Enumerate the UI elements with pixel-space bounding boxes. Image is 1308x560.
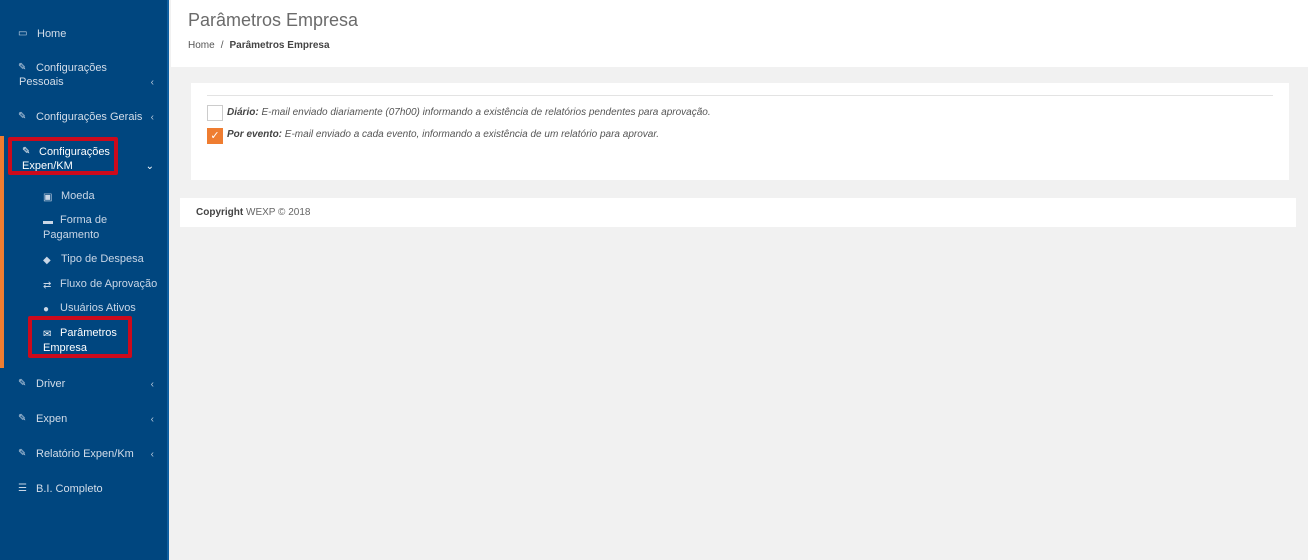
page-header: Parâmetros Empresa Home / Parâmetros Empre… [171, 0, 1308, 67]
sidebar-subitem-fluxo-aprovacao[interactable]: ⇄ Fluxo de Aprovação [0, 277, 169, 292]
footer: Copyright WEXP © 2018 [180, 198, 1296, 227]
sidebar-item-label: Pessoais [19, 76, 64, 88]
chevron-down-icon: ⌄ [145, 161, 154, 172]
sidebar-item-relatorio-expen-km[interactable]: ✎ Relatório Expen/Km ‹ [0, 447, 169, 462]
diario-option: Diário: E-mail enviado diariamente (07h0… [227, 107, 711, 118]
highlight-box [8, 137, 118, 175]
chevron-left-icon: ‹ [150, 449, 154, 460]
highlight-box [28, 316, 132, 358]
sidebar-subitem-moeda[interactable]: ▣ Moeda [0, 189, 169, 204]
retweet-icon: ⇄ [43, 280, 52, 291]
chevron-left-icon: ‹ [150, 112, 154, 123]
por-evento-description: E-mail enviado a cada evento, informando… [284, 129, 660, 140]
por-evento-checkbox[interactable]: ✓ [207, 128, 223, 144]
sidebar-item-label: Usuários Ativos [60, 302, 136, 314]
sidebar-item-label: Moeda [61, 190, 95, 202]
diario-description: E-mail enviado diariamente (07h00) infor… [261, 107, 711, 118]
sidebar-subitem-tipo-despesa[interactable]: ◆ Tipo de Despesa [0, 252, 169, 267]
sidebar-item-label: Configurações [36, 62, 107, 74]
tags-icon: ◆ [43, 255, 51, 266]
sidebar-item-label: Home [37, 28, 67, 40]
breadcrumb: Home / Parâmetros Empresa [188, 40, 330, 51]
breadcrumb-separator: / [220, 40, 224, 51]
sidebar-item-configuracoes-pessoais[interactable]: ✎ Configurações Pessoais ‹ [0, 61, 169, 91]
edit-icon: ✎ [18, 111, 27, 122]
chevron-left-icon: ‹ [150, 77, 154, 88]
sidebar-item-label: Expen [36, 413, 68, 425]
page-title: Parâmetros Empresa [188, 10, 359, 30]
sidebar-item-label: Relatório Expen/Km [36, 448, 134, 460]
checkmark-icon: ✓ [210, 130, 220, 142]
breadcrumb-current: Parâmetros Empresa [229, 40, 330, 51]
chevron-left-icon: ‹ [150, 379, 154, 390]
chevron-left-icon: ‹ [150, 414, 154, 425]
copyright-value: WEXP © 2018 [246, 207, 311, 218]
copyright-label: Copyright [196, 207, 244, 218]
edit-icon: ✎ [18, 378, 27, 389]
sidebar-item-home[interactable]: ▭ Home [0, 27, 169, 42]
sidebar-item-label: Pagamento [43, 229, 100, 241]
diario-label: Diário: [227, 107, 259, 118]
sidebar-item-label: B.I. Completo [36, 483, 103, 495]
por-evento-option: Por evento: E-mail enviado a cada evento… [227, 129, 659, 140]
divider [207, 95, 1273, 96]
sidebar: ▭ Home ✎ Configurações Pessoais ‹ ✎ Conf… [0, 0, 169, 560]
edit-icon: ✎ [18, 62, 27, 73]
sidebar-item-bi-completo[interactable]: ☰ B.I. Completo [0, 482, 169, 497]
sidebar-item-label: Tipo de Despesa [61, 253, 144, 265]
credit-card-icon: ▬ [43, 216, 53, 227]
sidebar-item-configuracoes-gerais[interactable]: ✎ Configurações Gerais ‹ [0, 110, 169, 125]
sidebar-item-label: Driver [36, 378, 66, 390]
sidebar-item-driver[interactable]: ✎ Driver ‹ [0, 377, 169, 392]
list-icon: ☰ [18, 483, 27, 494]
parametros-card: Diário: E-mail enviado diariamente (07h0… [191, 83, 1289, 180]
sidebar-item-expen[interactable]: ✎ Expen ‹ [0, 412, 169, 427]
copyright-text: Copyright WEXP © 2018 [196, 207, 310, 218]
edit-icon: ✎ [18, 413, 27, 424]
laptop-icon: ▭ [18, 28, 28, 39]
sidebar-item-label: Configurações Gerais [36, 111, 143, 123]
sidebar-subitem-usuarios-ativos[interactable]: ● Usuários Ativos [0, 301, 169, 316]
sidebar-item-label: Forma de [60, 214, 108, 226]
sidebar-subitem-forma-pagamento[interactable]: ▬ Forma de Pagamento [0, 213, 169, 243]
breadcrumb-home[interactable]: Home [188, 40, 215, 51]
por-evento-label: Por evento: [227, 129, 283, 140]
diario-checkbox[interactable] [207, 105, 223, 121]
money-icon: ▣ [43, 192, 53, 203]
edit-icon: ✎ [18, 448, 27, 459]
sidebar-item-label: Fluxo de Aprovação [60, 278, 158, 290]
user-icon: ● [43, 304, 50, 315]
